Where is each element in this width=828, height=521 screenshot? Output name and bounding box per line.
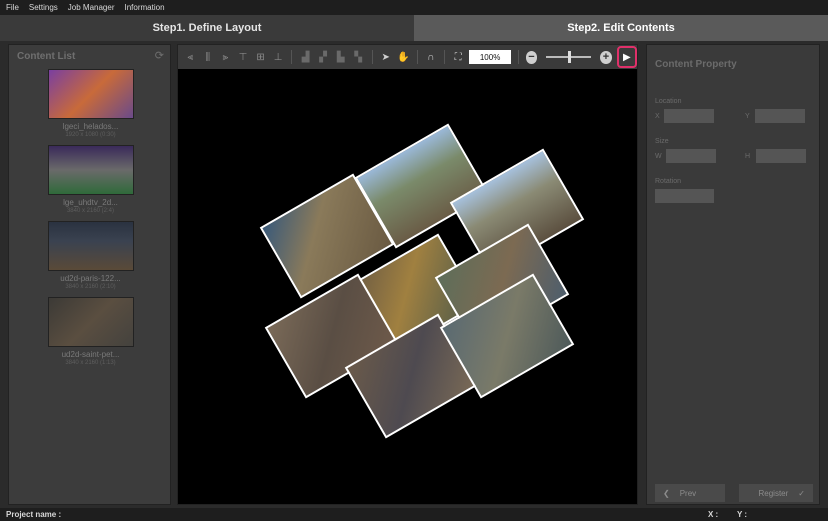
play-preview-button[interactable]: ▶: [616, 46, 637, 68]
zoom-out-button[interactable]: −: [525, 50, 538, 64]
content-list-panel: Content List ⟳ lgeci_helados... 1920 x 1…: [8, 44, 171, 505]
content-item-name: ud2d-saint-pet...: [61, 350, 120, 359]
chevron-left-icon: ❮: [663, 488, 670, 498]
magnet-snap-icon[interactable]: ∩: [424, 50, 437, 64]
bring-forward-icon[interactable]: ▞: [317, 50, 330, 64]
content-thumbnail: [47, 221, 134, 271]
zoom-slider[interactable]: [546, 51, 592, 63]
content-thumbnail: [47, 297, 134, 347]
align-right-icon[interactable]: ⫸: [219, 50, 232, 64]
send-back-icon[interactable]: ▚: [352, 50, 365, 64]
menu-bar: File Settings Job Manager Information: [0, 0, 828, 15]
location-label: Location: [655, 98, 682, 105]
tab-step2[interactable]: Step2. Edit Contents: [414, 15, 828, 41]
align-middle-icon[interactable]: ⊞: [254, 50, 267, 64]
content-property-title: Content Property: [655, 59, 737, 70]
status-bar: Project name : X : Y :: [0, 508, 828, 521]
toolbar-divider: [416, 50, 418, 64]
canvas-area[interactable]: ⫷ ⫼ ⫸ ⊤ ⊞ ⊥ ▟ ▞ ▙ ▚ ➤ ✋ ∩ ⛶ 100% − + ▶: [177, 44, 638, 505]
content-item-dimensions: 1920 x 1080 (0:30): [65, 132, 116, 138]
content-thumbnail: [47, 145, 134, 195]
refresh-icon[interactable]: ⟳: [155, 49, 164, 62]
menu-information[interactable]: Information: [125, 3, 165, 12]
cursor-x-label: X :: [708, 510, 719, 519]
select-pointer-icon[interactable]: ➤: [379, 50, 392, 64]
menu-file[interactable]: File: [6, 3, 19, 12]
cursor-y-label: Y :: [737, 510, 748, 519]
fit-screen-icon[interactable]: ⛶: [452, 50, 465, 64]
content-list-title: Content List: [17, 51, 76, 62]
prev-button[interactable]: ❮ Prev: [655, 484, 725, 502]
bring-front-icon[interactable]: ▟: [299, 50, 312, 64]
content-property-panel: Content Property Location X Y Size W H R…: [646, 44, 820, 505]
step-tabs: Step1. Define Layout Step2. Edit Content…: [0, 15, 828, 41]
zoom-slider-handle[interactable]: [568, 51, 572, 63]
content-item-name: lgeci_helados...: [62, 122, 119, 131]
check-icon: ✓: [798, 488, 805, 498]
edit-toolbar: ⫷ ⫼ ⫸ ⊤ ⊞ ⊥ ▟ ▞ ▙ ▚ ➤ ✋ ∩ ⛶ 100% − + ▶: [178, 45, 637, 69]
content-item-name: lge_uhdtv_2d...: [63, 198, 118, 207]
content-item-dimensions: 3840 x 2160 (2:4): [66, 208, 115, 214]
size-height-input[interactable]: [756, 149, 806, 163]
content-item[interactable]: lge_uhdtv_2d... 3840 x 2160 (2:4): [9, 145, 172, 214]
menu-settings[interactable]: Settings: [29, 3, 58, 12]
align-top-icon[interactable]: ⊤: [237, 50, 250, 64]
content-item-name: ud2d-paris-122...: [60, 274, 121, 283]
content-thumbnail: [47, 69, 134, 119]
register-button-label: Register: [758, 488, 789, 498]
toolbar-divider: [517, 50, 519, 64]
w-label: W: [655, 153, 662, 160]
rotation-input[interactable]: [655, 189, 714, 203]
menu-job-manager[interactable]: Job Manager: [68, 3, 115, 12]
toolbar-divider: [371, 50, 373, 64]
h-label: H: [745, 153, 751, 160]
content-item[interactable]: ud2d-saint-pet... 3840 x 2160 (1:13): [9, 297, 172, 366]
y-label: Y: [745, 113, 750, 120]
location-y-input[interactable]: [755, 109, 805, 123]
toolbar-divider: [443, 50, 445, 64]
toolbar-divider: [291, 50, 293, 64]
hand-pan-icon[interactable]: ✋: [397, 50, 410, 64]
project-name-label: Project name :: [6, 510, 62, 519]
register-button[interactable]: Register ✓: [739, 484, 813, 502]
prev-button-label: Prev: [679, 488, 697, 498]
size-label: Size: [655, 138, 669, 145]
content-item[interactable]: ud2d-paris-122... 3840 x 2160 (2:10): [9, 221, 172, 290]
align-center-icon[interactable]: ⫼: [202, 50, 215, 64]
x-label: X: [655, 113, 660, 120]
location-x-input[interactable]: [664, 109, 714, 123]
align-bottom-icon[interactable]: ⊥: [272, 50, 285, 64]
content-item[interactable]: lgeci_helados... 1920 x 1080 (0:30): [9, 69, 172, 138]
zoom-in-button[interactable]: +: [600, 50, 612, 64]
tab-step1[interactable]: Step1. Define Layout: [0, 15, 414, 41]
zoom-level-field[interactable]: 100%: [469, 50, 511, 64]
content-item-dimensions: 3840 x 2160 (2:10): [65, 284, 116, 290]
rotation-label: Rotation: [655, 178, 682, 185]
content-item-dimensions: 3840 x 2160 (1:13): [65, 360, 116, 366]
align-left-icon[interactable]: ⫷: [184, 50, 197, 64]
send-backward-icon[interactable]: ▙: [334, 50, 347, 64]
size-width-input[interactable]: [666, 149, 716, 163]
